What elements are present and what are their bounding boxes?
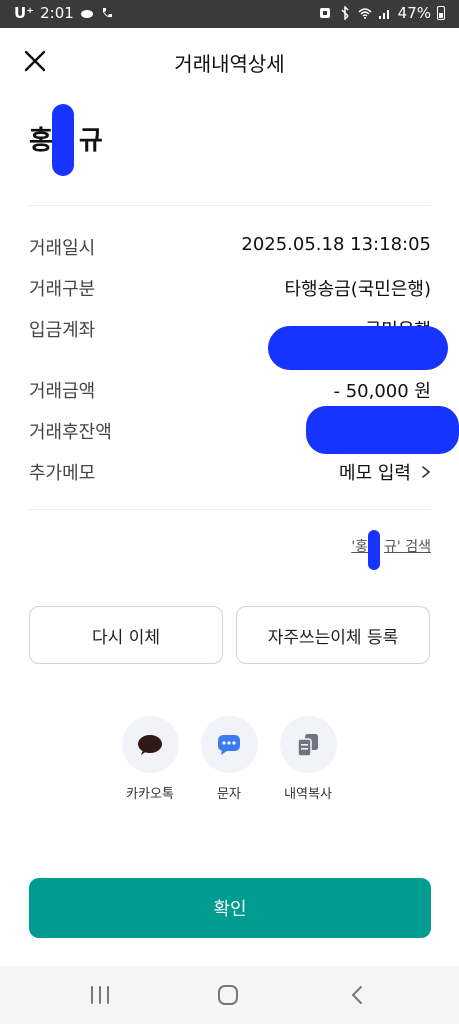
copy-icon <box>297 733 318 757</box>
back-button[interactable] <box>342 982 372 1008</box>
date-label: 거래일시 <box>29 238 96 259</box>
recipient-name-first: 홍 <box>29 125 53 156</box>
share-sms-circle <box>200 716 258 773</box>
account-redaction <box>268 326 448 370</box>
battery-icon <box>437 6 445 20</box>
header: 거래내역상세 <box>0 28 459 92</box>
confirm-label: 확인 <box>213 899 247 920</box>
share-kakao-circle <box>121 716 179 773</box>
account-label: 입금계좌 <box>29 320 96 341</box>
status-time: 2:01 <box>40 4 74 22</box>
recipient-name-last: 규 <box>78 125 103 156</box>
detail-row-type: 거래구분 타행송금(국민은행) <box>29 273 431 301</box>
system-nav-bar <box>0 966 459 1024</box>
share-copy-label: 내역복사 <box>284 787 332 802</box>
search-suffix: 규' 검색 <box>384 539 431 555</box>
favorite-transfer-label: 자주쓰는이체 등록 <box>267 627 399 648</box>
carrier-label: U⁺ <box>14 4 35 22</box>
chevron-right-icon <box>422 466 431 478</box>
memo-value: 메모 입력 <box>339 463 411 484</box>
share-copy-circle <box>279 716 337 773</box>
name-redaction <box>52 104 74 176</box>
signal-icon <box>378 10 389 19</box>
search-prefix: '홍 <box>351 539 369 555</box>
divider-middle <box>29 509 431 510</box>
memo-input-link[interactable]: 메모 입력 <box>339 459 431 485</box>
wifi-icon <box>358 8 372 19</box>
memo-label: 추가메모 <box>29 463 96 484</box>
confirm-button[interactable]: 확인 <box>29 878 431 938</box>
amount-label: 거래금액 <box>29 381 96 402</box>
home-button[interactable] <box>213 982 243 1008</box>
share-copy-button[interactable]: 내역복사 <box>273 716 343 802</box>
status-right: 47% <box>318 4 445 22</box>
battery-percent: 47% <box>397 4 431 22</box>
detail-row-amount: 거래금액 - 50,000 원 <box>29 375 431 403</box>
retransfer-button[interactable]: 다시 이체 <box>29 606 223 664</box>
detail-row-date: 거래일시 2025.05.18 13:18:05 <box>29 232 431 260</box>
balance-label: 거래후잔액 <box>29 422 112 443</box>
recent-apps-icon <box>91 986 109 1004</box>
share-sms-button[interactable]: 문자 <box>194 716 264 802</box>
retransfer-label: 다시 이체 <box>92 627 160 648</box>
phone-icon <box>102 8 112 18</box>
type-value: 타행송금(국민은행) <box>284 279 431 300</box>
status-bar: U⁺ 2:01 47% <box>0 0 459 28</box>
balance-redaction <box>306 406 459 454</box>
bluetooth-off-icon <box>341 6 349 20</box>
status-left: U⁺ 2:01 <box>14 4 114 22</box>
page-title: 거래내역상세 <box>174 52 285 76</box>
share-sms-label: 문자 <box>217 787 241 802</box>
amount-value: - 50,000 원 <box>333 381 431 402</box>
message-dots-icon <box>218 734 240 755</box>
cloud-icon <box>80 10 93 18</box>
recent-apps-button[interactable] <box>85 982 115 1008</box>
back-icon <box>351 986 362 1004</box>
home-icon <box>218 985 238 1005</box>
search-redaction <box>368 530 380 570</box>
favorite-transfer-button[interactable]: 자주쓰는이체 등록 <box>236 606 430 664</box>
date-value: 2025.05.18 13:18:05 <box>241 234 431 255</box>
speech-bubble-icon <box>138 734 162 755</box>
share-kakao-button[interactable]: 카카오톡 <box>115 716 185 802</box>
alarm-icon <box>319 8 330 18</box>
share-kakao-label: 카카오톡 <box>126 787 174 802</box>
detail-row-memo: 추가메모 메모 입력 <box>29 457 431 485</box>
type-label: 거래구분 <box>29 279 96 300</box>
recipient-search-link[interactable]: '홍 규' 검색 <box>351 536 431 556</box>
divider-top <box>29 205 431 206</box>
